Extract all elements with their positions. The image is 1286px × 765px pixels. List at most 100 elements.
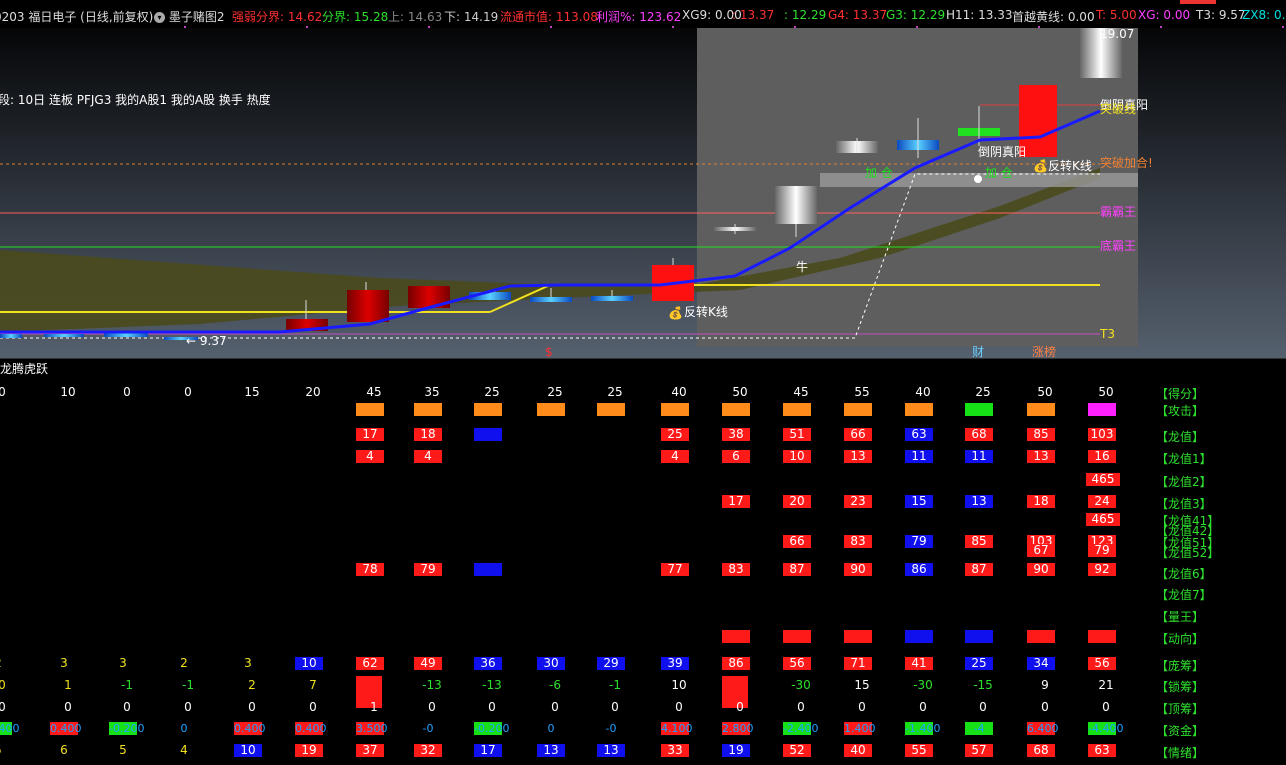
suochou-value: -1 [182,678,194,692]
value-cell: 465 [1086,513,1120,526]
header-item: T: 5.00 [1096,8,1137,22]
row-label: 【动向】 [1156,632,1205,646]
header-item: : 12.29 [784,8,826,22]
pangchou-cell: 10 [295,657,323,670]
header-item: 流通市值: 113.08 [500,8,598,25]
zijin-cell: 0 [547,722,555,735]
pangchou-cell: 29 [597,657,625,670]
qingxu-cell: 5 [0,744,12,757]
qingxu-cell: 55 [905,744,933,757]
value-cell: 90 [1027,563,1055,576]
score-value: 40 [671,385,687,399]
value-cell: 92 [1088,563,1116,576]
header-item-value: 0.00 [1273,8,1286,22]
indicator-panel: 【得分】 【攻击】 【龙值】 【龙值1】 【龙值2】 【龙值3】 【龙值41】 【龙值42】【… [0,358,1286,765]
attack-cell [537,403,565,416]
value-cell: 15 [905,495,933,508]
qingxu-cell: 68 [1027,744,1055,757]
header-item-value: 123.62 [635,10,682,24]
value-cell: 4 [414,450,442,463]
row-label: 【龙值】 [1156,430,1205,444]
annotation-breakout: 突破线 [1100,101,1136,116]
pangchou-cell: 30 [537,657,565,670]
header-item-label: 首越黄线: [1012,10,1065,24]
header-item-value: 13.33 [974,8,1013,22]
attack-cell [597,403,625,416]
pangchou-cell: 86 [722,657,750,670]
dollar-icon: $ [545,345,553,358]
pangchou-cell: 2 [0,657,12,670]
pangchou-cell: 62 [356,657,384,670]
qingxu-cell: 13 [537,744,565,757]
pangchou-cell: 34 [1027,657,1055,670]
dingchou-value: 0 [1102,700,1110,714]
header-item: 强弱分界: 14.62 [232,8,322,25]
dingchou-value: 0 [919,700,927,714]
indicator-dropdown[interactable]: ▾ 墨子赌图2 [154,8,224,25]
header-item-value: 9.57 [1215,8,1246,22]
dingchou-value: 0 [488,700,496,714]
zijin-cell: 2.800 [722,722,754,735]
value-cell: 85 [965,535,993,548]
attack-cell [474,403,502,416]
kline-chart[interactable]: 段: 10日 连板 PFJG3 我的A股1 我的A股 换手 热度 19.07 ← 9… [0,28,1286,358]
row-label: 【顶筹】 [1156,702,1205,716]
qingxu-cell: 63 [1088,744,1116,757]
header-item-label: T: [1096,8,1107,22]
zijin-cell: -0.200 [109,722,145,735]
annotation-breakout-add: 突破加合! [1100,155,1153,170]
stock-title[interactable]: 0203 福日电子 (日线,前复权) [0,8,153,25]
header-item-value: 14.19 [460,10,499,24]
suochou-value: 0 [0,678,6,692]
dingchou-value: 0 [184,700,192,714]
annotation-reverse-2: 反转K线 [1048,158,1092,173]
row-label: 【龙值52】 [1156,546,1220,560]
value-cell: 87 [783,563,811,576]
value-cell: 25 [661,428,689,441]
row-label: 【庞筹】 [1156,659,1205,673]
header-item-label: 分界: [322,10,351,24]
header-item-value: 0.00 [1159,8,1191,22]
suochou-value: -13 [482,678,502,692]
annotation-bawang: 霸霸王 [1100,205,1136,219]
annotation-diwang: 底霸王 [1100,238,1136,253]
zijin-cell: 1.400 [844,722,876,735]
zijin-cell: -0 [422,722,434,735]
dingchou-value: 0 [123,700,131,714]
qingxu-cell: 13 [597,744,625,757]
value-cell: 79 [905,535,933,548]
dingchou-value: 1 [370,700,378,714]
direction-cell [1027,630,1055,643]
value-cell: 20 [783,495,811,508]
candle [775,186,817,224]
value-cell: 83 [844,535,872,548]
annotation-t3: T3 [1099,327,1115,341]
annotation-niu: 牛 [796,259,808,274]
attack-cell [965,403,993,416]
header-item-label: ZX8: [1242,8,1271,22]
header-item: : 13.37 [732,8,774,22]
attack-cell [1088,403,1116,416]
candle [0,334,22,338]
suochou-value: 9 [1041,678,1049,692]
row-label: 【量王】 [1156,610,1205,624]
row-label: 【攻击】 [1156,404,1205,418]
suochou-value: 10 [671,678,687,692]
value-cell: 67 [1027,544,1055,557]
qingxu-cell: 19 [295,744,323,757]
attack-cell [414,403,442,416]
header-item-label: XG9: [682,8,712,22]
value-cell: 4 [356,450,384,463]
score-value: 0 [123,385,131,399]
score-value: 40 [915,385,931,399]
chart-legend: 段: 10日 连板 PFJG3 我的A股1 我的A股 换手 热度 [0,92,271,107]
candle [104,333,148,337]
value-cell: 13 [965,495,993,508]
score-value: 50 [1037,385,1053,399]
score-value: 15 [244,385,260,399]
value-cell: 79 [414,563,442,576]
header-item-value: 5.00 [1106,8,1137,22]
dingchou-value: 0 [428,700,436,714]
qingxu-cell: 37 [356,744,384,757]
suochou-value: 2 [248,678,256,692]
